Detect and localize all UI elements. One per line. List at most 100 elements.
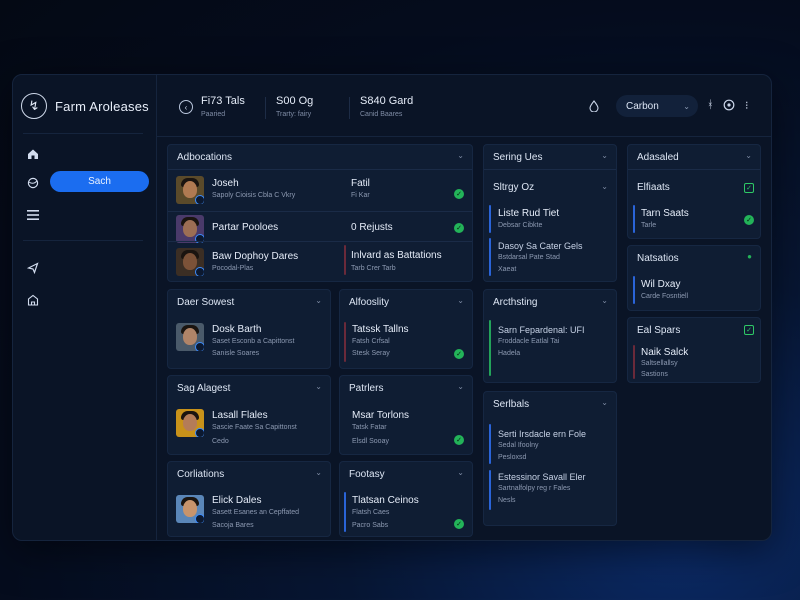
stat-value: S840 Gard [360, 95, 414, 107]
card-corliations: Corliations ⌄ Elick Dales Sasett Esanes … [167, 461, 331, 537]
chevron-down-icon[interactable]: ⌄ [457, 382, 464, 391]
card-title: Patrlers [349, 383, 384, 394]
accent-bar [489, 238, 491, 276]
row-name[interactable]: Baw Dophoy Dares [212, 251, 298, 262]
accent-bar [633, 345, 635, 379]
card-adbocations: Adbocations ⌄ Joseh Sapoly Cioisis Cbla … [167, 144, 473, 282]
check-icon: ✓ [454, 189, 464, 199]
stat-3: S840 Gard Canid Baares [360, 95, 413, 118]
brand[interactable]: ↯ Farm Aroleases [21, 93, 149, 119]
item-title[interactable]: Naik Salck [641, 347, 688, 358]
item-title[interactable]: Wil Dxay [641, 279, 680, 290]
item-title[interactable]: Serti Irsdacle ern Fole [498, 429, 586, 439]
select-value: Carbon [626, 100, 659, 112]
accent-bar [344, 322, 346, 362]
carbon-select[interactable]: Carbon ⌄ [616, 95, 698, 117]
card-footasy: Footasy ⌄ Tlatsan Ceinos Flatsh Caes Pac… [339, 461, 473, 537]
row-name[interactable]: Elick Dales [212, 495, 261, 506]
stat-1: Fi73 Tals Paaried [201, 95, 245, 118]
row-name[interactable]: Tlatsan Ceinos [352, 495, 419, 506]
check-icon: ✓ [454, 519, 464, 529]
chevron-down-icon[interactable]: ⌄ [601, 296, 608, 305]
accent-bar [489, 320, 491, 376]
avatar[interactable] [176, 176, 204, 204]
item-title[interactable]: Sarn Fepardenal: UFI [498, 325, 585, 335]
sidebar-divider [23, 240, 143, 241]
card-sering-ues: Sering Ues ⌄ Sltrgy Oz ⌄ Liste Rud Tiet … [483, 144, 617, 282]
search-button[interactable]: Sach [50, 171, 149, 192]
checkbox-icon[interactable]: ✓ [744, 183, 754, 193]
top-bar: ‹ Fi73 Tals Paaried S00 Og Trarty: fairy… [157, 75, 771, 137]
row-name[interactable]: Msar Torlons [352, 410, 409, 421]
card-serlbals: Serlbals ⌄ Serti Irsdacle ern Fole Sedal… [483, 391, 617, 526]
item-title[interactable]: Dasoy Sa Cater Gels [498, 241, 583, 251]
card-title: Serlbals [493, 399, 530, 410]
card-title: Corliations [177, 469, 225, 480]
card-arcthsting: Arcthsting ⌄ Sarn Fepardenal: UFI Frodda… [483, 289, 617, 383]
card-adasaled: Adasaled ⌄ Elfiaats ✓ Tarn Saats Tarle ✓ [627, 144, 761, 239]
more-icon[interactable]: ⁝ [745, 99, 749, 112]
row-sub: Sascie Faate Sa Capittonst [212, 424, 297, 431]
card-daer-sowest: Daer Sowest ⌄ Dosk Barth Saset Esconb a … [167, 289, 331, 369]
check-icon: ✓ [454, 223, 464, 233]
item-sub: Saltsellallsy [641, 360, 678, 367]
accent-bar [344, 492, 346, 532]
item-title[interactable]: Tarn Saats [641, 208, 689, 219]
chevron-down-icon[interactable]: ⌄ [315, 296, 322, 305]
chevron-down-icon[interactable]: ⌄ [745, 151, 752, 160]
row-sub: Saset Esconb a Capittonst [212, 338, 295, 345]
card-patrlers: Patrlers ⌄ Msar Torlons Tatsk Fatar Elsd… [339, 375, 473, 455]
chevron-down-icon[interactable]: ⌄ [315, 382, 322, 391]
settings-icon[interactable] [723, 99, 735, 114]
chevron-down-icon[interactable]: ⌄ [601, 151, 608, 160]
menu-icon[interactable] [25, 207, 41, 223]
send-icon[interactable] [25, 260, 41, 276]
avatar[interactable] [176, 409, 204, 437]
item-sub: Nesls [498, 497, 516, 504]
row-right-title: 0 Rejusts [351, 222, 393, 233]
item-sub: Sartnalfolpy reg r Fales [498, 485, 571, 492]
divider [168, 169, 472, 170]
item-title[interactable]: Liste Rud Tiet [498, 208, 559, 219]
divider [168, 241, 472, 242]
chevron-down-icon[interactable]: ⌄ [457, 468, 464, 477]
chevron-down-icon[interactable]: ⌄ [457, 151, 464, 160]
row-name[interactable]: Dosk Barth [212, 324, 261, 335]
chevron-down-icon[interactable]: ⌄ [457, 296, 464, 305]
avatar[interactable] [176, 495, 204, 523]
back-icon[interactable]: ‹ [179, 100, 193, 114]
row-name[interactable]: Partar Pooloes [212, 222, 278, 233]
row-name[interactable]: Lasall Flales [212, 410, 268, 421]
divider [628, 169, 760, 170]
drop-icon[interactable] [589, 100, 599, 115]
item-sub: Pesloxsd [498, 454, 527, 461]
accent-bar [489, 424, 491, 464]
stat-label: Paaried [201, 111, 226, 118]
row-right-sub: Tarb Crer Tarb [351, 265, 396, 272]
chevron-down-icon[interactable]: ⌄ [601, 182, 608, 191]
row-sub: Sacoja Bares [212, 522, 254, 529]
card-title: Natsatios [637, 253, 679, 264]
row-name[interactable]: Tatssk Tallns [352, 324, 409, 335]
item-sub: Xaeat [498, 266, 517, 273]
home-icon[interactable] [25, 146, 41, 162]
accent-bar [344, 245, 346, 275]
row-name[interactable]: Joseh [212, 178, 239, 189]
key-icon[interactable]: ᚼ [707, 99, 714, 111]
card-alfooslity: Alfooslity ⌄ Tatssk Tallns Fatsh Crfsal … [339, 289, 473, 369]
chevron-down-icon[interactable]: ⌄ [601, 398, 608, 407]
row-sub: Cedo [212, 438, 229, 445]
avatar[interactable] [176, 248, 204, 276]
globe-icon[interactable] [25, 175, 41, 191]
avatar[interactable] [176, 215, 204, 243]
avatar[interactable] [176, 323, 204, 351]
building-icon[interactable] [25, 292, 41, 308]
card-eal-spars: Eal Spars ✓ Naik Salck Saltsellallsy Sas… [627, 317, 761, 383]
item-title[interactable]: Estessinor Savall Eler [498, 472, 586, 482]
card-sag-alagest: Sag Alagest ⌄ Lasall Flales Sascie Faate… [167, 375, 331, 455]
item-sub: Carde Fosntiell [641, 293, 689, 300]
sidebar-divider [23, 133, 143, 134]
checkbox-icon[interactable]: ✓ [744, 325, 754, 335]
chevron-down-icon[interactable]: ⌄ [315, 468, 322, 477]
item-sub: Tarle [641, 222, 657, 229]
